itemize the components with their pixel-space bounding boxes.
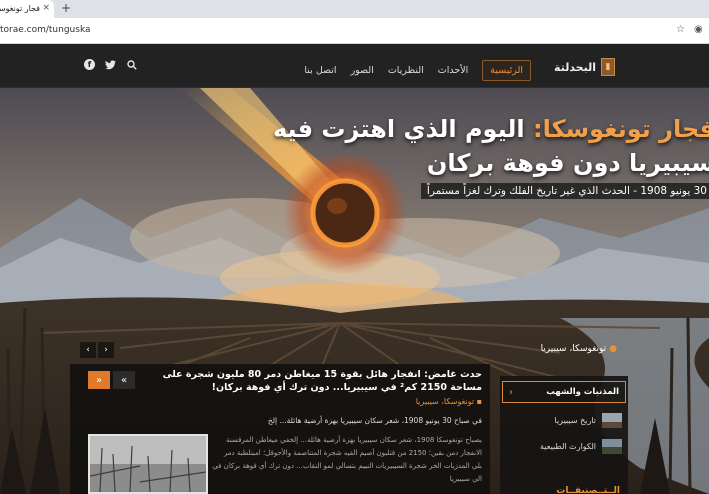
browser-tabstrip: فجار تونغوسكا × + [0, 0, 709, 18]
sidebar-panel: › المذنبات والشهب تاريخ سيبيريا الكوارث … [500, 376, 628, 494]
new-tab-button[interactable]: + [61, 1, 71, 15]
sidebar-item-siberia-history[interactable]: تاريخ سيبيريا [555, 413, 622, 428]
facebook-icon[interactable]: f [84, 59, 95, 70]
nav-theories[interactable]: النظريات [388, 65, 424, 76]
search-icon[interactable] [126, 59, 137, 70]
article-excerpt: في صباح 30 يونيو 1908، شعر سكان سيبيريا … [267, 416, 482, 425]
bookmark-star-icon[interactable]: ☆ [676, 24, 685, 35]
sidebar-item-label: الكوارث الطبيعية [540, 442, 596, 451]
location-pin-icon: ● [609, 344, 617, 354]
site-logo[interactable]: ▮ البحدلتة [554, 58, 615, 76]
article-prev-button[interactable]: « [113, 371, 135, 389]
nav-home[interactable]: الرئيسية [482, 60, 531, 81]
main-nav: الرئيسية الأحداث النظريات الصور اتصل بنا [304, 60, 531, 81]
sidebar-thumb [602, 439, 622, 454]
nav-images[interactable]: الصور [351, 65, 374, 76]
site-header: ▮ البحدلتة الرئيسية الأحداث النظريات الص… [0, 44, 709, 88]
profile-icon[interactable]: ◉ [694, 24, 703, 35]
tab-title: فجار تونغوسكا [0, 4, 40, 13]
article-body: يصباح تونغوسكا 1908، شعر سكان سيبيريا به… [212, 436, 482, 483]
hero-title-highlight: فجار تونغوسكا: [532, 115, 709, 143]
sidebar-footer-heading: الــتــصنيفــات [556, 486, 620, 494]
book-icon: ▮ [601, 58, 615, 76]
url-text[interactable]: torae.com/tunguska [0, 25, 91, 35]
hero-arrows: ‹ › [80, 342, 114, 358]
article-tag[interactable]: ▪ تونغوسكا، سيبيريا [416, 397, 482, 406]
hero-section: فجار تونغوسكا: اليوم الذي اهتزت فيه سيبي… [0, 88, 709, 494]
address-bar[interactable]: torae.com/tunguska ☆ ◉ [0, 18, 709, 44]
hero-location-text: تونغوسكا، سيبيريا [540, 344, 607, 354]
chevron-icon: › [509, 386, 513, 398]
hero-location: ● تونغوسكا، سيبيريا [541, 344, 617, 354]
article-next-button[interactable]: » [88, 371, 110, 389]
sidebar-heading[interactable]: › المذنبات والشهب [502, 381, 626, 403]
hero-title-rest: اليوم الذي اهتزت فيه [273, 115, 533, 143]
sidebar-thumb [602, 413, 622, 428]
hero-prev-button[interactable]: ‹ [80, 342, 96, 358]
hero-next-button[interactable]: › [98, 342, 114, 358]
browser-tab[interactable]: فجار تونغوسكا × [0, 0, 54, 18]
article-controls: » « [88, 371, 135, 389]
sidebar-item-natural-disasters[interactable]: الكوارث الطبيعية [540, 439, 622, 454]
tag-icon: ▪ [474, 397, 482, 406]
article-title[interactable]: حدث غامض: انفجار هائل بقوة 15 ميغاطن دمر… [142, 368, 482, 394]
logo-text: البحدلتة [554, 60, 596, 74]
close-tab-icon[interactable]: × [42, 3, 50, 13]
nav-events[interactable]: الأحداث [438, 65, 469, 76]
hero-subtitle: 30 يونيو 1908 - الحدث الذي غير تاريخ الف… [420, 183, 709, 199]
social-links: f [84, 59, 137, 70]
hero-title: فجار تونغوسكا: اليوم الذي اهتزت فيه سيبي… [155, 112, 709, 180]
article-tag-text: تونغوسكا، سيبيريا [415, 397, 475, 406]
twitter-icon[interactable] [105, 59, 116, 70]
sidebar-item-label: تاريخ سيبيريا [554, 416, 596, 425]
article-thumbnail[interactable] [88, 434, 208, 494]
hero-title-line2: سيبيريا دون فوهة بركان [426, 149, 709, 177]
sidebar-heading-text: المذنبات والشهب [546, 387, 619, 397]
nav-contact[interactable]: اتصل بنا [304, 65, 336, 76]
article-card[interactable]: حدث غامض: انفجار هائل بقوة 15 ميغاطن دمر… [70, 364, 490, 494]
